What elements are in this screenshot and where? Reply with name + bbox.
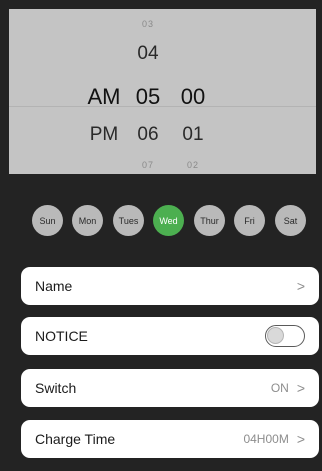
day-sat[interactable]: Sat: [275, 205, 306, 236]
switch-label: Switch: [35, 380, 77, 396]
day-label: Fri: [244, 215, 255, 226]
day-label: Thur: [200, 215, 219, 226]
day-thur[interactable]: Thur: [194, 205, 225, 236]
minute-below[interactable]: 02: [187, 160, 199, 170]
time-picker[interactable]: 03 04 AM 05 00 PM 06 01 07 02: [9, 9, 316, 174]
day-label: Sat: [283, 215, 298, 226]
charge-time-label: Charge Time: [35, 431, 116, 447]
notice-row: NOTICE: [21, 317, 319, 355]
charge-time-value: 04H00M: [243, 432, 289, 446]
day-mon[interactable]: Mon: [72, 205, 103, 236]
day-wed[interactable]: Wed: [153, 205, 184, 236]
day-tues[interactable]: Tues: [113, 205, 144, 236]
day-label: Wed: [159, 215, 178, 226]
hour-below[interactable]: 07: [142, 160, 154, 170]
day-label: Sun: [39, 215, 56, 226]
hour-prev[interactable]: 04: [137, 43, 158, 65]
chevron-right-icon: >: [296, 431, 305, 447]
ampm-next[interactable]: PM: [90, 124, 119, 146]
chevron-right-icon: >: [296, 380, 305, 396]
switch-row[interactable]: Switch ON >: [21, 369, 319, 407]
minute-selected[interactable]: 00: [181, 84, 205, 110]
hour-above[interactable]: 03: [142, 19, 154, 29]
notice-toggle[interactable]: [265, 325, 305, 347]
day-label: Tues: [118, 215, 139, 226]
chevron-right-icon: >: [296, 278, 305, 294]
day-sun[interactable]: Sun: [32, 205, 63, 236]
hour-selected[interactable]: 05: [136, 84, 160, 110]
ampm-selected[interactable]: AM: [88, 84, 121, 110]
charge-time-row[interactable]: Charge Time 04H00M >: [21, 420, 319, 458]
picker-selection-line: [9, 106, 316, 107]
day-fri[interactable]: Fri: [234, 205, 265, 236]
day-label: Mon: [78, 215, 97, 226]
minute-next[interactable]: 01: [182, 124, 203, 146]
day-selector: Sun Mon Tues Wed Thur Fri Sat: [0, 205, 322, 237]
notice-label: NOTICE: [35, 328, 88, 344]
name-label: Name: [35, 278, 73, 294]
name-row[interactable]: Name >: [21, 267, 319, 305]
hour-next[interactable]: 06: [137, 124, 158, 146]
switch-value: ON: [270, 381, 289, 395]
toggle-knob: [267, 327, 284, 344]
